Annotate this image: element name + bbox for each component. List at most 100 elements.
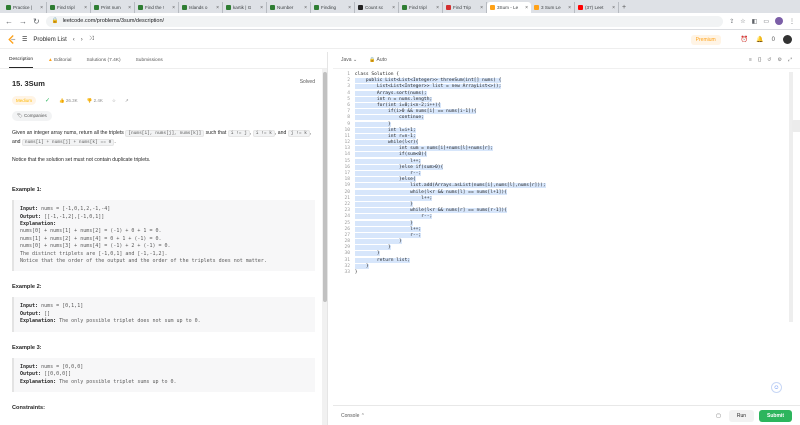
browser-tab[interactable]: Count sc × — [355, 2, 399, 13]
browser-tab[interactable]: kartik | G × — [223, 2, 267, 13]
tab-label: Count sc — [365, 5, 384, 10]
companies-tag[interactable]: 🏷 Companies — [12, 111, 52, 121]
chevron-down-icon: ⌄ — [352, 57, 358, 63]
problem-meta: Medium ✓ 👍 26.3K 👎 2.4K ☆ ↗ — [12, 96, 315, 105]
fullscreen-icon[interactable]: ⤢ — [788, 57, 792, 63]
output-label: Output: — [20, 371, 42, 378]
side-panel-tab[interactable] — [792, 120, 800, 132]
tab-label: Print num — [101, 5, 121, 10]
input-value: nums = [-1,0,1,2,-1,-4] — [38, 206, 111, 213]
close-tab-icon[interactable]: × — [392, 5, 395, 11]
statement-text: such that — [205, 130, 227, 136]
browser-tab[interactable]: Islands o × — [179, 2, 223, 13]
close-tab-icon[interactable]: × — [84, 5, 87, 11]
list-icon[interactable]: ☰ — [22, 36, 27, 43]
close-tab-icon[interactable]: × — [260, 5, 263, 11]
star-icon[interactable]: ☆ — [112, 98, 116, 104]
reload-icon[interactable]: ↻ — [33, 17, 40, 26]
browser-tab[interactable]: Find Trip × — [443, 2, 487, 13]
notification-icon[interactable]: 🔔 — [756, 36, 763, 43]
new-tab-icon[interactable]: + — [622, 2, 626, 13]
difficulty-badge: Medium — [12, 96, 37, 105]
autocomplete-toggle[interactable]: 🔒 Auto — [369, 57, 387, 63]
settings-icon[interactable]: ⚙ — [778, 57, 782, 63]
code-text: l++; — [354, 226, 422, 232]
submit-button[interactable]: Submit — [759, 409, 792, 422]
problem-list-link[interactable]: Problem List — [33, 37, 66, 43]
timer-icon[interactable]: ⏰ — [741, 36, 748, 43]
inline-code: [nums[i], nums[j], nums[k]] — [125, 130, 205, 137]
close-tab-icon[interactable]: × — [525, 5, 528, 11]
console-toggle[interactable]: Console ⌃ — [341, 413, 365, 419]
tab-description[interactable]: Description — [9, 52, 33, 68]
dislike-button[interactable]: 👎 2.4K — [87, 98, 103, 104]
code-text: int n = nums.length; — [354, 96, 433, 102]
editor-panel: Java ⌄ 🔒 Auto ≡ {} ↺ ⚙ ⤢ 1 class Solutio… — [333, 52, 800, 425]
bookmark-star-icon[interactable]: ☆ — [740, 18, 745, 25]
code-editor[interactable]: 1 class Solution {2 public List<List<Int… — [333, 72, 793, 372]
premium-button[interactable]: Premium — [690, 34, 721, 45]
leetcode-header: ☰ Problem List ‹ › ⤨ Premium ⏰ 🔔 0 — [0, 31, 800, 49]
menu-kebab-icon[interactable]: ⋮ — [789, 18, 795, 25]
browser-tab[interactable]: Print num × — [91, 2, 135, 13]
close-tab-icon[interactable]: × — [216, 5, 219, 11]
like-button[interactable]: 👍 26.3K — [59, 98, 78, 104]
browser-tab[interactable]: Find tripl × — [399, 2, 443, 13]
profile-avatar[interactable] — [775, 17, 783, 25]
close-tab-icon[interactable]: × — [348, 5, 351, 11]
close-tab-icon[interactable]: × — [304, 5, 307, 11]
browser-tab[interactable]: Find the ! × — [135, 2, 179, 13]
back-icon[interactable]: ← — [5, 17, 13, 26]
tab-editorial[interactable]: ▲ Editorial — [48, 58, 71, 63]
extension-icon[interactable]: ◧ — [752, 18, 758, 25]
user-avatar[interactable] — [783, 35, 792, 44]
next-problem-icon[interactable]: › — [81, 37, 83, 43]
close-tab-icon[interactable]: × — [172, 5, 175, 11]
tab-label: 3Sum - Le — [497, 5, 519, 10]
example-3-heading: Example 3: — [12, 344, 42, 351]
editor-scrollbar[interactable] — [789, 72, 793, 322]
browser-tab[interactable]: (37) Leet × — [575, 2, 619, 13]
browser-tab[interactable]: Finding × — [311, 2, 355, 13]
close-tab-icon[interactable]: × — [40, 5, 43, 11]
sidepanel-icon[interactable]: ▭ — [763, 18, 769, 25]
browser-tab[interactable]: Practice | × — [3, 2, 47, 13]
tab-favicon-icon — [138, 5, 143, 10]
braces-icon[interactable]: {} — [758, 57, 761, 63]
problem-tabs: Description ▲ Editorial Solutions (7.4K)… — [0, 52, 327, 69]
share-icon[interactable]: ↗ — [125, 98, 129, 104]
url-bar[interactable]: 🔒 leetcode.com/problems/3sum/description… — [45, 15, 724, 27]
chat-assistant-icon[interactable]: ☺ — [771, 382, 782, 393]
close-tab-icon[interactable]: × — [480, 5, 483, 11]
close-tab-icon[interactable]: × — [436, 5, 439, 11]
shuffle-icon[interactable]: ⤨ — [89, 36, 94, 43]
tab-submissions[interactable]: Submissions — [136, 58, 163, 63]
reset-icon[interactable]: ↺ — [767, 57, 771, 63]
browser-tab[interactable]: 3Sum - Le × — [487, 2, 531, 13]
code-text: public List<List<Integer>> threeSum(int[… — [354, 78, 502, 84]
browser-tab[interactable]: 3 Sum Le × — [531, 2, 575, 13]
constraints-heading: Constraints: — [12, 404, 45, 411]
browser-tab[interactable]: Number × — [267, 2, 311, 13]
tab-favicon-icon — [6, 5, 11, 10]
share-icon[interactable]: ⇪ — [729, 18, 734, 25]
prev-problem-icon[interactable]: ‹ — [73, 37, 75, 43]
tab-favicon-icon — [270, 5, 275, 10]
explanation-label: Explanation: — [20, 221, 57, 228]
language-select[interactable]: Java ⌄ — [341, 57, 357, 63]
run-button[interactable]: Run — [728, 409, 755, 422]
format-icon[interactable]: ≡ — [749, 57, 752, 63]
tab-favicon-icon — [402, 5, 407, 10]
browser-tab[interactable]: Find tripl × — [47, 2, 91, 13]
close-tab-icon[interactable]: × — [128, 5, 131, 11]
scrollbar-thumb[interactable] — [322, 72, 327, 302]
code-text: Arrays.sort(nums); — [354, 90, 427, 96]
leetcode-logo-icon[interactable] — [8, 35, 16, 44]
tab-favicon-icon — [94, 5, 99, 10]
close-tab-icon[interactable]: × — [568, 5, 571, 11]
explanation-label: Explanation: — [20, 318, 57, 325]
close-tab-icon[interactable]: × — [612, 5, 615, 11]
forward-icon[interactable]: → — [19, 17, 27, 26]
tab-solutions[interactable]: Solutions (7.4K) — [86, 58, 120, 63]
expand-icon[interactable]: ▢ — [716, 413, 721, 419]
